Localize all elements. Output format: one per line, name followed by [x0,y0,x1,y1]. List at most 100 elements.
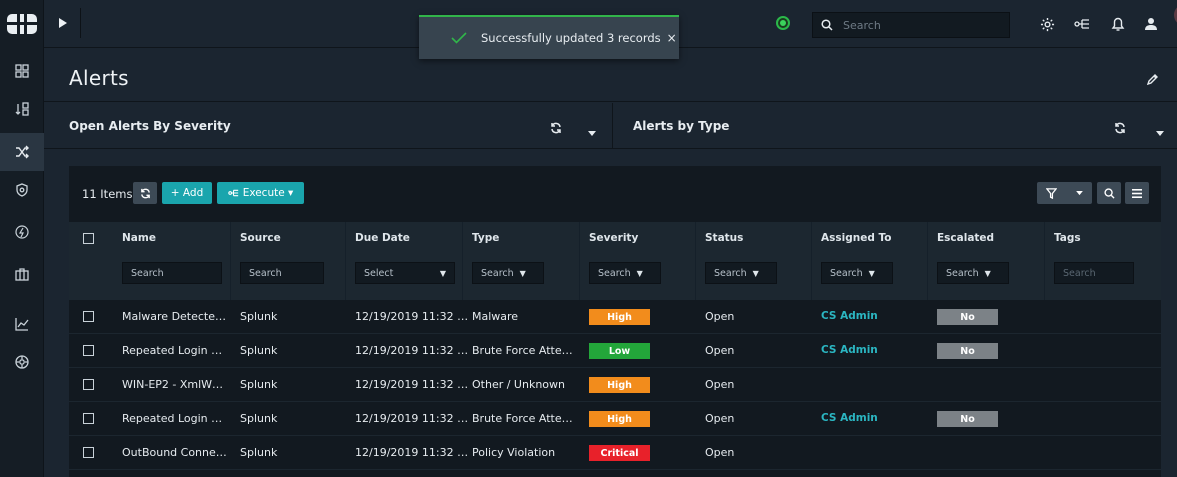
dashboard-icon[interactable] [0,52,44,90]
column-header-status[interactable]: Status [705,232,743,244]
workflow-icon [227,189,239,197]
edit-icon[interactable] [1146,70,1159,89]
column-divider [345,222,346,300]
briefcase-icon[interactable] [0,255,44,293]
cell-due: 12/19/2019 11:32 … [355,378,469,391]
row-checkbox[interactable] [83,379,94,390]
filter-status[interactable]: Search ▼ [705,262,777,284]
select-all-checkbox[interactable] [83,233,94,244]
cell-name[interactable]: Repeated Login … [122,412,222,425]
left-rail [0,0,44,477]
grid-header: Name Search Source Search Due Date Select ▼ Typ… [69,222,1161,300]
toast-message: Successfully updated 3 records [481,31,661,45]
row-checkbox[interactable] [83,413,94,424]
escalated-badge: No [937,411,998,427]
gear-icon[interactable] [1037,14,1057,34]
column-header-tags[interactable]: Tags [1054,232,1081,244]
execute-label: Execute ▾ [242,187,294,199]
filter-type[interactable]: Search ▼ [472,262,544,284]
cell-due: 12/19/2019 11:32 … [355,310,469,323]
cell-type: Policy Violation [472,446,556,459]
table-row[interactable]: Repeated Login … Splunk 12/19/2019 11:32 …… [69,402,1161,436]
bell-icon[interactable] [1108,14,1128,34]
cell-status: Open [705,378,735,391]
page-title: Alerts [69,66,129,90]
table-row[interactable]: Malware Detecte… Splunk 12/19/2019 11:32 …… [69,300,1161,334]
column-header-severity[interactable]: Severity [589,232,638,244]
table-row[interactable]: OutBound Conne… Splunk 12/19/2019 11:32 … P… [69,436,1161,470]
column-header-due[interactable]: Due Date [355,232,410,244]
column-header-name[interactable]: Name [122,232,156,244]
filter-button[interactable] [1037,182,1092,204]
column-header-type[interactable]: Type [472,232,499,244]
column-menu-button[interactable] [1125,182,1149,204]
refresh-icon[interactable] [1114,119,1126,138]
row-checkbox[interactable] [83,311,94,322]
column-divider [462,222,463,300]
refresh-icon[interactable] [550,119,562,138]
item-count: 11 Items [82,187,133,201]
shield-icon[interactable] [0,171,44,209]
filter-severity[interactable]: Search ▼ [589,262,661,284]
chevron-down-icon[interactable] [1156,122,1164,141]
cell-status: Open [705,344,735,357]
filter-icon [1046,187,1058,199]
assigned-to-link[interactable]: CS Admin [821,344,878,356]
filter-escalated[interactable]: Search ▼ [937,262,1009,284]
cell-name[interactable]: WIN-EP2 - XmlW… [122,378,223,391]
expand-icon[interactable] [52,12,74,34]
cell-due: 12/19/2019 11:32 … [355,344,469,357]
cell-status: Open [705,412,735,425]
queue-icon[interactable] [0,90,44,128]
filter-due[interactable]: Select ▼ [355,262,455,284]
column-header-escalated[interactable]: Escalated [937,232,994,244]
column-divider [811,222,812,300]
settings-wheel-icon[interactable] [0,343,44,381]
add-button[interactable]: + Add [162,182,212,204]
row-checkbox[interactable] [83,345,94,356]
status-indicator-icon[interactable] [776,16,790,30]
workflow-icon[interactable] [1072,14,1092,34]
filter-tags[interactable]: Search [1054,262,1134,284]
column-header-assigned[interactable]: Assigned To [821,232,892,244]
cell-status: Open [705,446,735,459]
assigned-to-link[interactable]: CS Admin [821,412,878,424]
search-icon [1103,187,1115,199]
grid-refresh-button[interactable] [133,182,157,204]
filter-name[interactable]: Search [122,262,222,284]
filter-source[interactable]: Search [240,262,324,284]
row-checkbox[interactable] [83,447,94,458]
toast-close-button[interactable]: × [667,31,677,45]
column-header-source[interactable]: Source [240,232,281,244]
severity-badge: High [589,411,650,427]
table-row[interactable]: Repeated Login … Splunk 12/19/2019 11:32 …… [69,334,1161,368]
execute-button[interactable]: Execute ▾ [217,182,304,204]
cell-source: Splunk [240,412,278,425]
cell-type: Malware [472,310,519,323]
table-row[interactable]: WIN-EP2 - XmlW… Splunk 12/19/2019 11:32 … O… [69,368,1161,402]
check-icon [451,29,467,48]
cell-due: 12/19/2019 11:32 … [355,446,469,459]
column-divider [1044,222,1045,300]
grid-search-button[interactable] [1097,182,1121,204]
cell-name[interactable]: Malware Detecte… [122,310,226,323]
grid-toolbar: 11 Items + Add Execute ▾ [69,166,1161,222]
menu-icon [1132,188,1142,198]
filter-assigned[interactable]: Search ▼ [821,262,893,284]
user-icon[interactable] [1141,14,1161,34]
logo[interactable] [6,12,38,36]
cell-name[interactable]: Repeated Login … [122,344,222,357]
cell-name[interactable]: OutBound Conne… [122,446,227,459]
global-search[interactable] [812,12,1010,38]
shuffle-icon[interactable] [0,133,44,171]
cell-source: Splunk [240,310,278,323]
severity-badge: High [589,377,650,393]
cell-source: Splunk [240,378,278,391]
chart-icon[interactable] [0,305,44,343]
escalated-badge: No [937,343,998,359]
assigned-to-link[interactable]: CS Admin [821,310,878,322]
global-search-input[interactable] [843,18,993,32]
chevron-down-icon[interactable] [588,122,596,141]
widget-divider [612,103,613,149]
bolt-icon[interactable] [0,213,44,251]
